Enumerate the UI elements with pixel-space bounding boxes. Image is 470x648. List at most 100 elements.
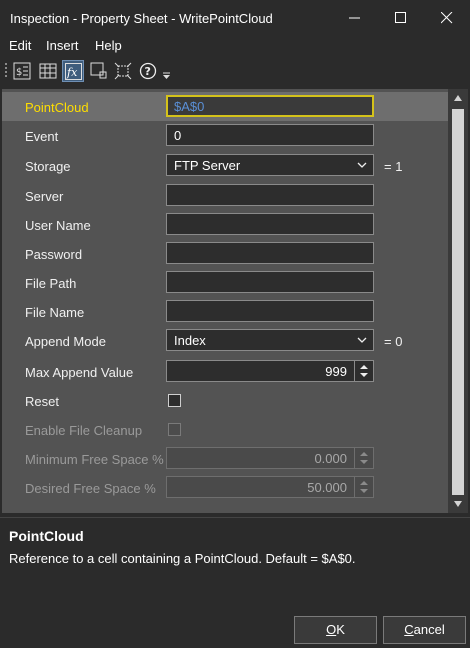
table-view-button[interactable] — [37, 60, 59, 82]
region-select-icon — [90, 62, 107, 79]
fit-region-button[interactable] — [112, 60, 134, 82]
property-row-file-path[interactable]: File Path — [2, 268, 448, 297]
ok-label-rest: K — [336, 622, 345, 637]
storage-index: = 1 — [384, 159, 403, 174]
title-bar: Inspection - Property Sheet - WritePoint… — [0, 0, 470, 36]
property-label: Reset — [25, 394, 59, 409]
spin-buttons[interactable] — [354, 361, 373, 381]
spin-arrows-icon — [360, 365, 368, 377]
fx-icon: fx — [65, 63, 82, 80]
append-mode-index: = 0 — [384, 334, 403, 349]
spin-buttons — [354, 448, 373, 468]
minimize-icon — [349, 17, 360, 19]
minimum-free-space-stepper: 0.000 — [166, 447, 374, 469]
help-description: Reference to a cell containing a PointCl… — [9, 551, 356, 566]
append-mode-value: Index — [174, 333, 206, 348]
property-grid: PointCloud $A$0 Event 0 Storage FTP Serv… — [2, 89, 448, 513]
reset-checkbox[interactable] — [168, 394, 181, 407]
svg-text:$: $ — [16, 67, 22, 78]
file-path-input[interactable] — [166, 271, 374, 293]
property-row-server[interactable]: Server — [2, 181, 448, 210]
menu-insert[interactable]: Insert — [46, 38, 79, 53]
desired-free-space-value: 50.000 — [307, 480, 347, 495]
cancel-button[interactable]: Cancel — [383, 616, 466, 644]
fit-region-icon — [114, 62, 132, 80]
property-label: User Name — [25, 218, 91, 233]
help-title: PointCloud — [9, 528, 84, 544]
property-label: Enable File Cleanup — [25, 423, 143, 438]
scroll-up-button[interactable] — [448, 89, 468, 107]
svg-text:?: ? — [145, 65, 151, 78]
property-row-password[interactable]: Password — [2, 239, 448, 268]
scrollbar-thumb[interactable] — [452, 109, 464, 495]
region-select-button[interactable] — [88, 60, 110, 82]
property-label: Minimum Free Space % — [25, 452, 164, 467]
storage-value: FTP Server — [174, 158, 241, 173]
sort-properties-icon: $ — [13, 62, 31, 80]
cancel-mnemonic: C — [404, 622, 414, 637]
table-icon — [39, 63, 57, 79]
toolbar-options-button[interactable] — [160, 60, 172, 82]
property-label: Event — [25, 129, 59, 144]
max-append-value-stepper[interactable]: 999 — [166, 360, 374, 382]
property-label: File Path — [25, 276, 77, 291]
user-name-input[interactable] — [166, 213, 374, 235]
spin-arrows-icon — [360, 452, 368, 464]
property-row-event[interactable]: Event 0 — [2, 121, 448, 150]
close-button[interactable] — [424, 0, 470, 36]
chevron-down-icon — [357, 337, 367, 343]
property-row-user-name[interactable]: User Name — [2, 210, 448, 239]
property-label: Desired Free Space % — [25, 481, 156, 496]
append-mode-dropdown[interactable]: Index — [166, 329, 374, 351]
fx-button[interactable]: fx — [62, 60, 84, 82]
menu-help[interactable]: Help — [95, 38, 122, 53]
property-row-reset[interactable]: Reset — [2, 386, 448, 415]
spin-arrows-icon — [360, 481, 368, 493]
help-panel: PointCloud Reference to a cell containin… — [0, 517, 470, 610]
property-row-file-name[interactable]: File Name — [2, 297, 448, 326]
property-row-append-mode[interactable]: Append Mode Index = 0 — [2, 326, 448, 355]
property-row-minimum-free-space: Minimum Free Space % 0.000 — [2, 444, 448, 473]
event-value: 0 — [174, 128, 182, 143]
password-input[interactable] — [166, 242, 374, 264]
max-append-value: 999 — [325, 364, 347, 379]
minimize-button[interactable] — [332, 0, 378, 36]
file-name-input[interactable] — [166, 300, 374, 322]
menu-bar: Edit Insert Help — [0, 36, 470, 56]
property-label: Storage — [25, 159, 71, 174]
enable-file-cleanup-checkbox — [168, 423, 181, 436]
ok-mnemonic: O — [326, 622, 337, 637]
maximize-button[interactable] — [378, 0, 424, 36]
chevron-up-icon — [454, 95, 462, 101]
sort-properties-button[interactable]: $ — [11, 60, 33, 82]
property-label: Max Append Value — [25, 365, 134, 380]
spin-buttons — [354, 477, 373, 497]
property-row-enable-file-cleanup: Enable File Cleanup — [2, 415, 448, 444]
window-title: Inspection - Property Sheet - WritePoint… — [10, 11, 273, 26]
chevron-down-icon — [454, 501, 462, 507]
ok-button[interactable]: OK — [294, 616, 377, 644]
pointcloud-input[interactable]: $A$0 — [166, 95, 374, 117]
close-icon — [441, 12, 453, 24]
svg-text:fx: fx — [66, 66, 78, 79]
maximize-icon — [395, 12, 406, 23]
property-row-desired-free-space: Desired Free Space % 50.000 — [2, 473, 448, 502]
property-label: File Name — [25, 305, 85, 320]
chevron-down-icon — [357, 162, 367, 168]
property-label: Append Mode — [25, 334, 106, 349]
toolbar-grip-icon — [5, 63, 7, 77]
pointcloud-value: $A$0 — [174, 99, 205, 114]
dialog-footer: OK Cancel — [0, 609, 470, 648]
server-input[interactable] — [166, 184, 374, 206]
storage-dropdown[interactable]: FTP Server — [166, 154, 374, 176]
property-label: Server — [25, 189, 64, 204]
property-row-pointcloud[interactable]: PointCloud $A$0 — [2, 92, 448, 121]
menu-edit[interactable]: Edit — [9, 38, 31, 53]
scroll-down-button[interactable] — [448, 495, 468, 513]
event-input[interactable]: 0 — [166, 124, 374, 146]
toolbar-options-icon — [163, 72, 170, 79]
help-button[interactable]: ? — [137, 60, 159, 82]
property-row-storage[interactable]: Storage FTP Server = 1 — [2, 151, 448, 180]
vertical-scrollbar[interactable] — [448, 89, 468, 513]
property-row-max-append-value[interactable]: Max Append Value 999 — [2, 357, 448, 386]
